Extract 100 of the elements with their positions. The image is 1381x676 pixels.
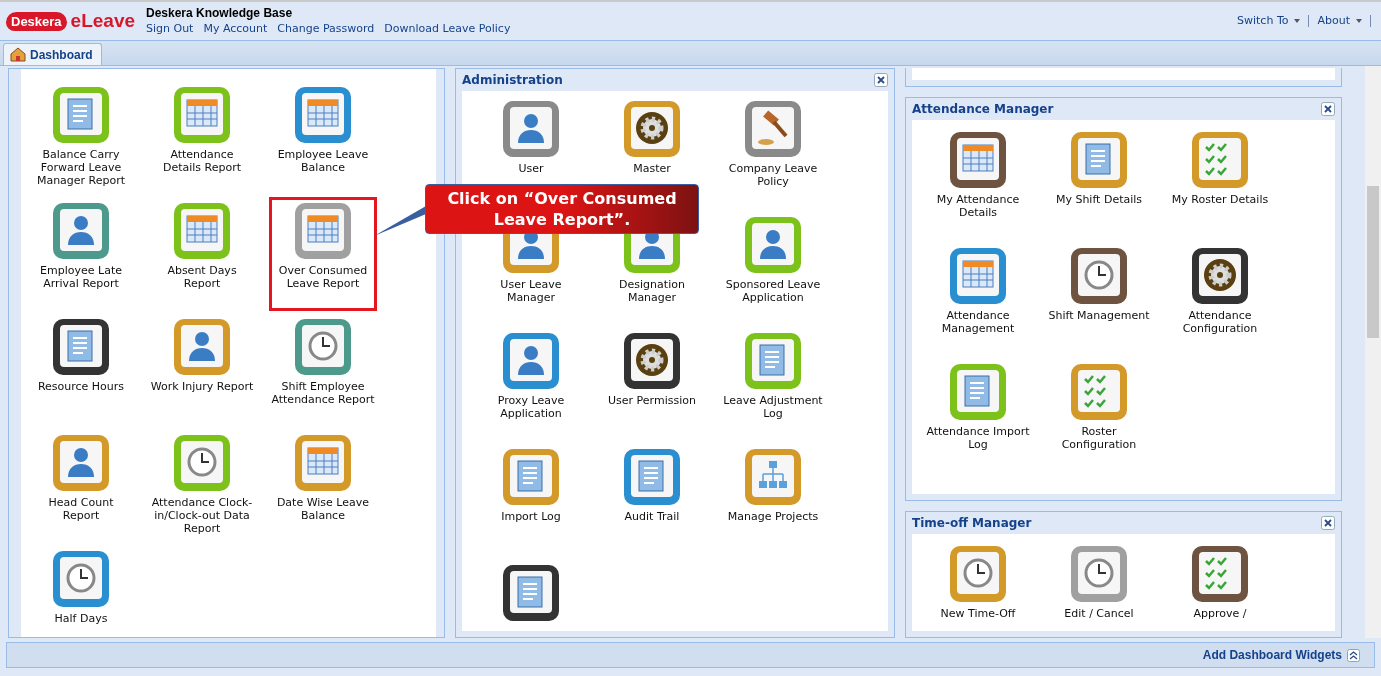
dashboard-tile[interactable]: User: [477, 95, 585, 181]
dashboard-tile[interactable]: Absent Days Report: [148, 197, 256, 296]
header-link[interactable]: Change Password: [277, 22, 375, 35]
header-menu[interactable]: About: [1317, 14, 1362, 27]
notebook-icon: [52, 318, 110, 376]
dashboard-tile[interactable]: Shift Management: [1045, 242, 1153, 328]
gear-icon: [623, 100, 681, 158]
dashboard-tile[interactable]: Roster Configuration: [1045, 358, 1153, 457]
collapse-icon[interactable]: [1347, 648, 1360, 662]
dashboard-tile[interactable]: Sponsored Leave Application: [719, 211, 827, 310]
tile-label: Attendance Clock-in/Clock-out Data Report: [150, 496, 254, 535]
notebook-icon: [949, 363, 1007, 421]
dashboard-tile[interactable]: Resource Hours: [27, 313, 135, 399]
dashboard-tile[interactable]: Half Days: [27, 545, 135, 631]
dashboard-tile[interactable]: Attendance Details Report: [148, 81, 256, 180]
panel-title: Time-off Manager: [912, 516, 1032, 530]
clock-icon: [52, 550, 110, 608]
person-icon: [502, 332, 560, 390]
product-name: eLeave: [70, 10, 136, 32]
tile-label: Attendance Configuration: [1181, 309, 1259, 335]
notebook-icon: [744, 332, 802, 390]
dashboard-tile[interactable]: Attendance Configuration: [1166, 242, 1274, 341]
gavel-icon: [744, 100, 802, 158]
tile-label: Designation Manager: [618, 278, 686, 304]
dashboard-tile[interactable]: My Attendance Details: [924, 126, 1032, 225]
tile-label: Approve /: [1192, 607, 1248, 620]
instruction-tooltip: Click on “Over Consumed Leave Report”.: [425, 184, 699, 234]
tile-label: Proxy Leave Application: [496, 394, 566, 420]
tile-label: Attendance Import Log: [926, 425, 1030, 451]
dashboard-tile[interactable]: Date Wise Leave Balance: [269, 429, 377, 528]
tile-label: Company Leave Policy: [727, 162, 819, 188]
dashboard-tile[interactable]: User Permission: [598, 327, 706, 413]
dashboard-tile[interactable]: Over Consumed Leave Report: [269, 197, 377, 311]
tile-label: Shift Employee Attendance Report: [271, 380, 375, 406]
org-chart-icon: [744, 448, 802, 506]
dashboard-tile[interactable]: Work Injury Report: [148, 313, 256, 399]
tile-label: My Shift Details: [1054, 193, 1144, 206]
dashboard-tile[interactable]: Master: [598, 95, 706, 181]
dashboard-tile[interactable]: Head Count Report: [27, 429, 135, 528]
clock-icon: [173, 434, 231, 492]
header-link[interactable]: Sign Out: [146, 22, 194, 35]
close-icon[interactable]: [1321, 516, 1335, 530]
house-icon: [10, 47, 26, 62]
dashboard-tile[interactable]: Employee Leave Balance: [269, 81, 377, 180]
tile-label: Import Log: [500, 510, 562, 523]
close-icon[interactable]: [1321, 102, 1335, 116]
clock-icon: [949, 545, 1007, 603]
tile-label: Leave Adjustment Log: [722, 394, 824, 420]
dashboard-tile[interactable]: Approve /: [1166, 540, 1274, 626]
tile-label: Employee Leave Balance: [276, 148, 370, 174]
checklist-icon: [1191, 545, 1249, 603]
dashboard-tile[interactable]: Audit Trail: [598, 443, 706, 529]
tile-label: Employee Late Arrival Report: [39, 264, 123, 290]
tile-label: Attendance Management: [940, 309, 1016, 335]
dashboard-tile[interactable]: Attendance Management: [924, 242, 1032, 341]
dashboard-tile[interactable]: Company Leave Policy: [719, 95, 827, 194]
tile-label: Attendance Details Report: [161, 148, 243, 174]
dashboard-tile[interactable]: Manage Projects: [719, 443, 827, 529]
site-title: Deskera Knowledge Base: [146, 6, 294, 20]
clock-icon: [1070, 545, 1128, 603]
notebook-icon: [623, 448, 681, 506]
dashboard-tile[interactable]: Leave Adjustment Log: [719, 327, 827, 426]
dashboard-tile[interactable]: Proxy Leave Application: [477, 327, 585, 426]
notebook-icon: [502, 448, 560, 506]
calendar-icon: [294, 434, 352, 492]
gear-icon: [623, 332, 681, 390]
checklist-icon: [1070, 363, 1128, 421]
panel-title: Attendance Manager: [912, 102, 1054, 116]
person-icon: [173, 318, 231, 376]
tile-label: User: [517, 162, 545, 175]
dashboard-tile[interactable]: Shift Employee Attendance Report: [269, 313, 377, 412]
header-link[interactable]: My Account: [203, 22, 268, 35]
tile-label: Edit / Cancel: [1063, 607, 1135, 620]
dashboard-tile[interactable]: New Time-Off: [924, 540, 1032, 626]
person-icon: [744, 216, 802, 274]
tile-label: Date Wise Leave Balance: [275, 496, 371, 522]
dashboard-tile[interactable]: Attendance Import Log: [924, 358, 1032, 457]
scrollbar[interactable]: [1365, 66, 1381, 638]
dashboard-tile[interactable]: Edit / Cancel: [1045, 540, 1153, 626]
tile-label: User Leave Manager: [499, 278, 563, 304]
dashboard-tile[interactable]: My Roster Details: [1166, 126, 1274, 212]
callout-pointer: [374, 206, 426, 236]
header-link[interactable]: Download Leave Policy: [384, 22, 511, 35]
dashboard-tile[interactable]: Employee Late Arrival Report: [27, 197, 135, 296]
tile-label: New Time-Off: [939, 607, 1017, 620]
dashboard-tile[interactable]: Attendance Clock-in/Clock-out Data Report: [148, 429, 256, 541]
tile-label: Audit Trail: [623, 510, 681, 523]
add-widgets-link[interactable]: Add Dashboard Widgets: [1202, 648, 1342, 662]
dashboard-tab[interactable]: Dashboard: [3, 43, 102, 65]
scrollbar-thumb[interactable]: [1367, 186, 1379, 338]
dashboard-tile[interactable]: Balance Carry Forward Leave Manager Report: [27, 81, 135, 193]
notebook-icon: [52, 86, 110, 144]
close-icon[interactable]: [874, 73, 888, 87]
header-menu[interactable]: Switch To: [1237, 14, 1301, 27]
caret-icon: [1294, 18, 1301, 23]
dashboard-tile[interactable]: My Shift Details: [1045, 126, 1153, 212]
tile-label: User Permission: [607, 394, 697, 407]
dashboard-tile[interactable]: Import Log: [477, 443, 585, 529]
tile-label: Head Count Report: [47, 496, 115, 522]
calendar-icon: [949, 247, 1007, 305]
